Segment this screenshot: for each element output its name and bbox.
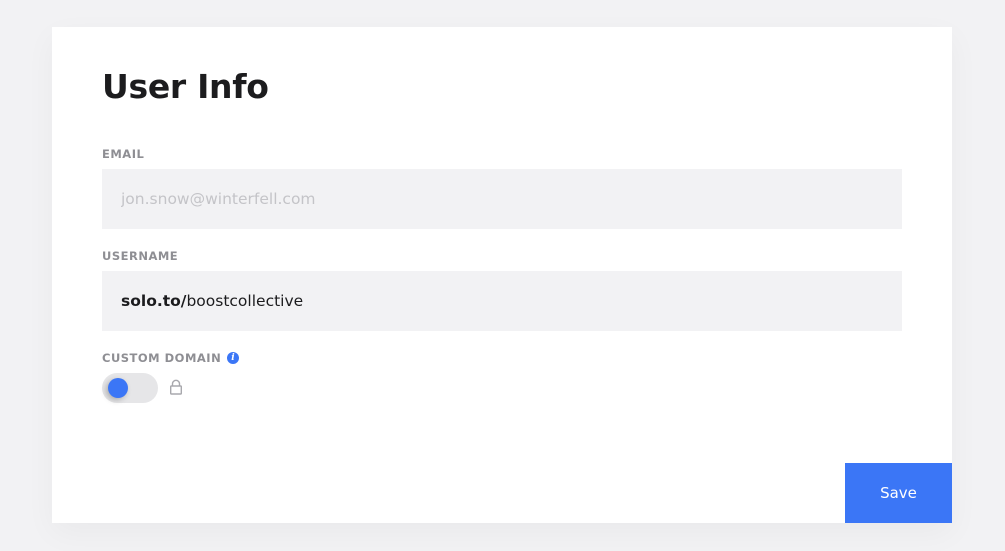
username-value[interactable]: boostcollective (186, 292, 303, 310)
toggle-knob (108, 378, 128, 398)
email-label-text: EMAIL (102, 147, 145, 161)
email-input[interactable] (121, 190, 883, 208)
save-button[interactable]: Save (845, 463, 952, 523)
username-prefix: solo.to/ (121, 292, 187, 310)
info-icon[interactable]: i (227, 352, 240, 364)
username-field[interactable]: solo.to/boostcollective (102, 271, 902, 331)
username-label-text: USERNAME (102, 249, 179, 263)
lock-icon (170, 379, 183, 395)
custom-domain-label-text: CUSTOM DOMAIN (102, 351, 222, 365)
page-title: User Info (102, 67, 269, 106)
email-label: EMAIL (102, 147, 144, 161)
username-label: USERNAME (102, 249, 178, 263)
user-info-card: User Info EMAIL USERNAME solo.to/boostco… (52, 27, 952, 523)
custom-domain-toggle[interactable] (102, 373, 158, 403)
custom-domain-label: CUSTOM DOMAIN i (102, 351, 240, 365)
email-field[interactable] (102, 169, 902, 229)
